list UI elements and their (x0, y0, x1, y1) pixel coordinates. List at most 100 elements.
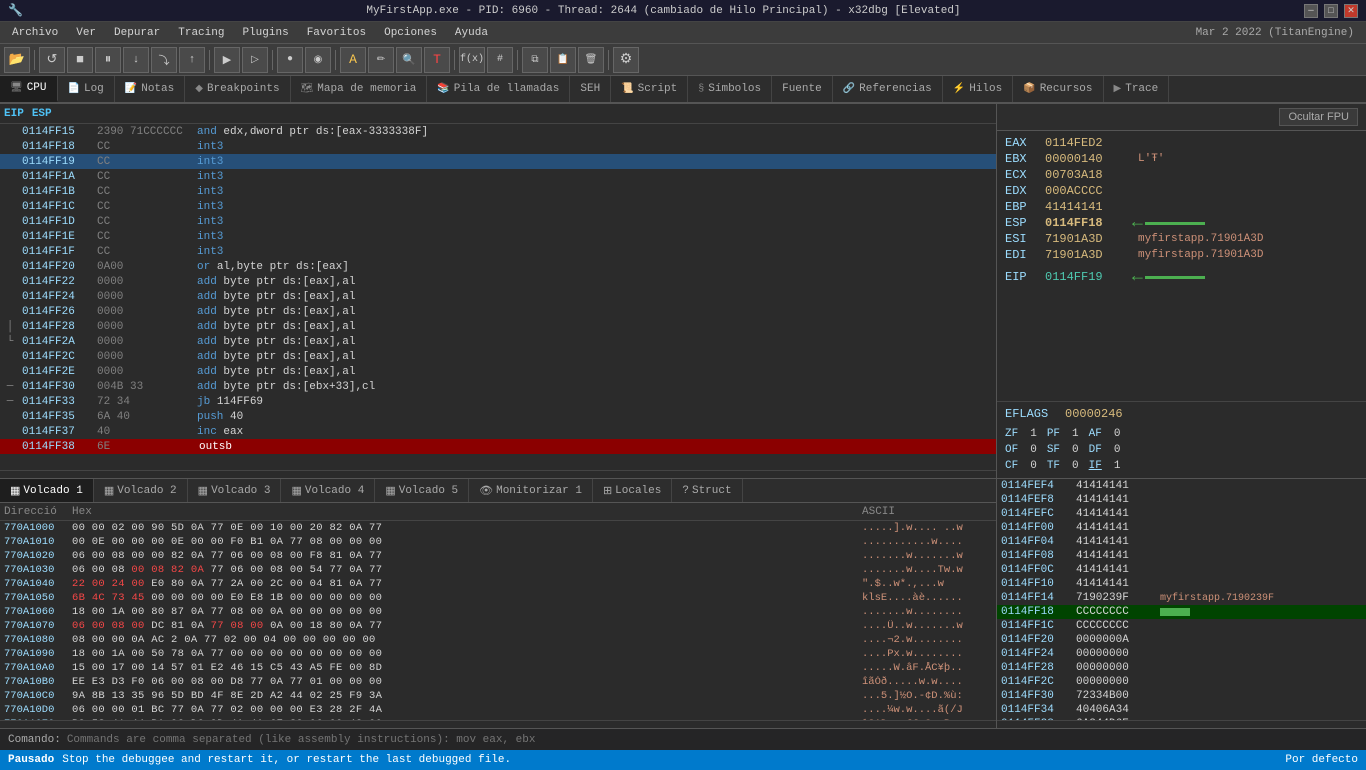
disasm-row[interactable]: 0114FF18CCint3 (0, 139, 996, 154)
dump-hscroll[interactable] (0, 720, 996, 728)
disasm-row[interactable]: 0114FF1BCCint3 (0, 184, 996, 199)
menu-favoritos[interactable]: Favoritos (299, 25, 374, 41)
disasm-row[interactable]: 0114FF1ACCint3 (0, 169, 996, 184)
register-row[interactable]: EIP0114FF19← (1005, 269, 1358, 285)
tab-pila[interactable]: 📚 Pila de llamadas (427, 76, 570, 102)
dump-tab-3[interactable]: ▦ Volcado 3 (188, 479, 282, 502)
tb-expr[interactable]: f(x) (459, 47, 485, 73)
dump-tab-2[interactable]: ▦ Volcado 2 (94, 479, 188, 502)
tb-hw-bp[interactable]: ◉ (305, 47, 331, 73)
tab-mapa[interactable]: 🗺 Mapa de memoria (291, 76, 428, 102)
tab-referencias[interactable]: 🔗 Referencias (833, 76, 943, 102)
stack-row[interactable]: 0114FF200000000A (997, 633, 1366, 647)
menu-plugins[interactable]: Plugins (234, 25, 296, 41)
disasm-row[interactable]: ─0114FF30004B 33add byte ptr ds:[ebx+33]… (0, 379, 996, 394)
disasm-row[interactable]: 0114FF260000add byte ptr ds:[eax],al (0, 304, 996, 319)
disasm-row[interactable]: 0114FF1CCCint3 (0, 199, 996, 214)
dump-tab-struct[interactable]: ? Struct (672, 479, 742, 502)
dump-tab-mon1[interactable]: 👁 Monitorizar 1 (469, 479, 593, 502)
disasm-row[interactable]: 0114FF356A 40push 40 (0, 409, 996, 424)
stack-row[interactable]: 0114FF0C41414141 (997, 563, 1366, 577)
disasm-row[interactable]: 0114FF1DCCint3 (0, 214, 996, 229)
disasm-row[interactable]: │0114FF280000add byte ptr ds:[eax],al (0, 319, 996, 334)
stack-row[interactable]: 0114FEF441414141 (997, 479, 1366, 493)
tb-settings[interactable]: ⚙ (613, 47, 639, 73)
dump-tab-5[interactable]: ▦ Volcado 5 (375, 479, 469, 502)
close-button[interactable]: ✕ (1344, 4, 1358, 18)
menu-depurar[interactable]: Depurar (106, 25, 168, 41)
dump-row[interactable]: 770A109018 00 1A 00 50 78 0A 77 00 00 00… (0, 647, 996, 661)
stack-row[interactable]: 0114FF2C00000000 (997, 675, 1366, 689)
stack-row[interactable]: 0114FF2800000000 (997, 661, 1366, 675)
register-row[interactable]: EDX000ACCCC (1005, 183, 1358, 199)
stack-row[interactable]: 0114FF147190239Fmyfirstapp.7190239F (997, 591, 1366, 605)
menu-tracing[interactable]: Tracing (170, 25, 232, 41)
tb-step-out[interactable]: ↑ (179, 47, 205, 73)
stack-row[interactable]: 0114FEFC41414141 (997, 507, 1366, 521)
tab-notas[interactable]: 📝 Notas (115, 76, 185, 102)
stack-row[interactable]: 0114FF1CCCCCCCCC (997, 619, 1366, 633)
tb-paste[interactable]: 📋 (550, 47, 576, 73)
register-row[interactable]: ESI71901A3Dmyfirstapp.71901A3D (1005, 231, 1358, 247)
stack-row[interactable]: 0114FF0841414141 (997, 549, 1366, 563)
dump-row[interactable]: 770A100000 00 02 00 90 5D 0A 77 0E 00 10… (0, 521, 996, 535)
tb-step-into[interactable]: ↓ (123, 47, 149, 73)
tb-stop[interactable]: ■ (67, 47, 93, 73)
tb-run-to[interactable]: ▶ (214, 47, 240, 73)
dump-row[interactable]: 770A10C09A 8B 13 35 96 5D BD 4F 8E 2D A2… (0, 689, 996, 703)
dump-row[interactable]: 770A101000 0E 00 00 00 0E 00 00 F0 B1 0A… (0, 535, 996, 549)
dump-row[interactable]: 770A102006 00 08 00 00 82 0A 77 06 00 08… (0, 549, 996, 563)
register-row[interactable]: EDI71901A3Dmyfirstapp.71901A3D (1005, 247, 1358, 263)
tb-highlight[interactable]: A (340, 47, 366, 73)
dump-scroll[interactable]: 770A100000 00 02 00 90 5D 0A 77 0E 00 10… (0, 521, 996, 720)
disasm-row[interactable]: ─0114FF3372 34jb 114FF69 (0, 394, 996, 409)
stack-scroll[interactable]: 0114FEF4414141410114FEF8414141410114FEFC… (997, 479, 1366, 720)
tb-restart[interactable]: ↺ (39, 47, 65, 73)
disasm-row[interactable]: 0114FF2E0000add byte ptr ds:[eax],al (0, 364, 996, 379)
stack-hscroll[interactable] (997, 720, 1366, 728)
tab-recursos[interactable]: 📦 Recursos (1013, 76, 1103, 102)
minimize-button[interactable]: ─ (1304, 4, 1318, 18)
tab-simbolos[interactable]: § Símbolos (688, 76, 772, 102)
dump-row[interactable]: 770A10B0EE E3 D3 F0 06 00 08 00 D8 77 0A… (0, 675, 996, 689)
dump-row[interactable]: 770A10D006 00 00 01 BC 77 0A 77 02 00 00… (0, 703, 996, 717)
disasm-row[interactable]: 0114FF220000add byte ptr ds:[eax],al (0, 274, 996, 289)
register-row[interactable]: ECX00703A18 (1005, 167, 1358, 183)
tb-script[interactable]: # (487, 47, 513, 73)
disasm-hscroll[interactable] (0, 470, 996, 478)
dump-tab-1[interactable]: ▦ Volcado 1 (0, 479, 94, 502)
cmd-input[interactable] (67, 734, 1358, 746)
dump-row[interactable]: 770A106018 00 1A 00 80 87 0A 77 08 00 0A… (0, 605, 996, 619)
disasm-row[interactable]: 0114FF152390 71CCCCCCand edx,dword ptr d… (0, 124, 996, 139)
dump-row[interactable]: 770A10506B 4C 73 45 00 00 00 00 E0 E8 1B… (0, 591, 996, 605)
disasm-scroll[interactable]: 0114FF152390 71CCCCCCand edx,dword ptr d… (0, 124, 996, 470)
menu-opciones[interactable]: Opciones (376, 25, 445, 41)
dump-row[interactable]: 770A103006 00 08 00 08 82 0A 77 06 00 08… (0, 563, 996, 577)
stack-row[interactable]: 0114FF2400000000 (997, 647, 1366, 661)
tb-delete[interactable]: 🗑 (578, 47, 604, 73)
tab-trace[interactable]: ▶ Trace (1104, 76, 1170, 102)
menu-archivo[interactable]: Archivo (4, 25, 66, 41)
dump-tab-4[interactable]: ▦ Volcado 4 (281, 479, 375, 502)
stack-row[interactable]: 0114FF18CCCCCCCC (997, 605, 1366, 619)
tb-pause[interactable]: ⏸ (95, 47, 121, 73)
stack-row[interactable]: 0114FF3072334B00 (997, 689, 1366, 703)
tab-hilos[interactable]: ⚡ Hilos (943, 76, 1013, 102)
tab-seh[interactable]: SEH (570, 76, 611, 102)
disasm-row[interactable]: └0114FF2A0000add byte ptr ds:[eax],al (0, 334, 996, 349)
tb-bp[interactable]: ● (277, 47, 303, 73)
tb-execute[interactable]: ▷ (242, 47, 268, 73)
tab-fuente[interactable]: Fuente (772, 76, 833, 102)
disasm-row[interactable]: 0114FF200A00or al,byte ptr ds:[eax] (0, 259, 996, 274)
disasm-row[interactable]: 0114FF2C0000add byte ptr ds:[eax],al (0, 349, 996, 364)
dump-row[interactable]: 770A104022 00 24 00 E0 80 0A 77 2A 00 2C… (0, 577, 996, 591)
maximize-button[interactable]: □ (1324, 4, 1338, 18)
tab-cpu[interactable]: 🖥 CPU (0, 76, 58, 102)
disasm-row[interactable]: 0114FF240000add byte ptr ds:[eax],al (0, 289, 996, 304)
dump-row[interactable]: 770A10A015 00 17 00 14 57 01 E2 46 15 C5… (0, 661, 996, 675)
tab-log[interactable]: 📄 Log (58, 76, 115, 102)
stack-row[interactable]: 0114FF0441414141 (997, 535, 1366, 549)
stack-row[interactable]: 0114FF3440406A34 (997, 703, 1366, 717)
register-row[interactable]: EAX0114FED2 (1005, 135, 1358, 151)
disasm-row[interactable]: 0114FF1ECCint3 (0, 229, 996, 244)
